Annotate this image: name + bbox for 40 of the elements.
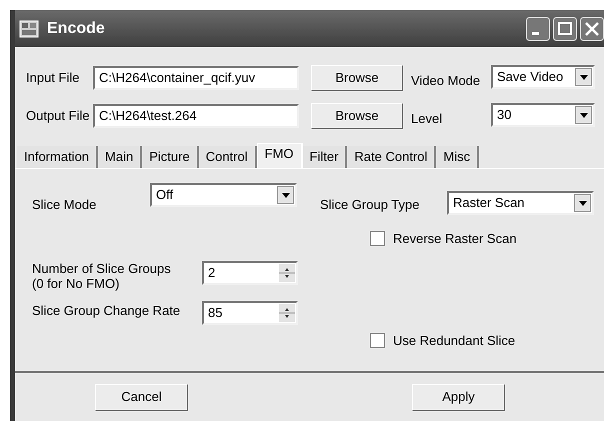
number-spinner[interactable]: 2 — [202, 260, 298, 284]
close-icon[interactable] — [580, 16, 604, 40]
field-label: Level — [411, 110, 444, 128]
window-title: Encode — [47, 18, 106, 38]
checkbox-label: Use Redundant Slice — [393, 332, 516, 350]
number-spinner[interactable]: 85 — [202, 300, 298, 324]
app-icon — [19, 20, 39, 38]
dropdown[interactable]: Save Video — [491, 65, 595, 89]
tab[interactable]: FMO — [256, 143, 303, 168]
field-label: Output File — [25, 107, 91, 126]
field-label: Slice Group Change Rate — [32, 302, 182, 320]
checkbox-label: Reverse Raster Scan — [393, 230, 517, 248]
browse-button[interactable]: Browse — [311, 103, 403, 129]
field-label: Video Mode — [411, 72, 482, 90]
checkbox[interactable] — [370, 231, 385, 246]
dropdown[interactable]: Raster Scan — [447, 191, 594, 215]
minimize-icon[interactable] — [526, 16, 550, 40]
field-label: Input File — [25, 69, 80, 88]
checkbox[interactable] — [370, 332, 385, 348]
tab[interactable]: Picture — [142, 146, 199, 168]
tab[interactable]: Information — [17, 146, 98, 168]
field-label: Slice Mode — [32, 196, 98, 214]
spin-arrows-icon — [279, 264, 295, 282]
field-label: Number of Slice Groups — [32, 260, 172, 276]
dialog-button[interactable]: Cancel — [95, 384, 188, 410]
text-field[interactable]: C:\H264\container_qcif.yuv — [93, 66, 299, 90]
tab[interactable]: Misc — [436, 146, 480, 168]
field-label: Slice Group Type — [320, 196, 420, 214]
dialog-button[interactable]: Apply — [412, 384, 505, 410]
dropdown[interactable]: 30 — [491, 103, 595, 127]
tab[interactable]: Rate Control — [347, 146, 436, 168]
tab[interactable]: Main — [98, 146, 142, 168]
maximize-icon[interactable] — [553, 16, 577, 40]
text-field[interactable]: C:\H264\test.264 — [93, 104, 299, 128]
tab[interactable]: Control — [198, 146, 257, 168]
browse-button[interactable]: Browse — [311, 65, 403, 91]
dropdown[interactable]: Off — [150, 183, 297, 207]
field-note: (0 for No FMO) — [32, 276, 120, 290]
spin-arrows-icon — [279, 304, 295, 322]
tab[interactable]: Filter — [302, 146, 348, 168]
